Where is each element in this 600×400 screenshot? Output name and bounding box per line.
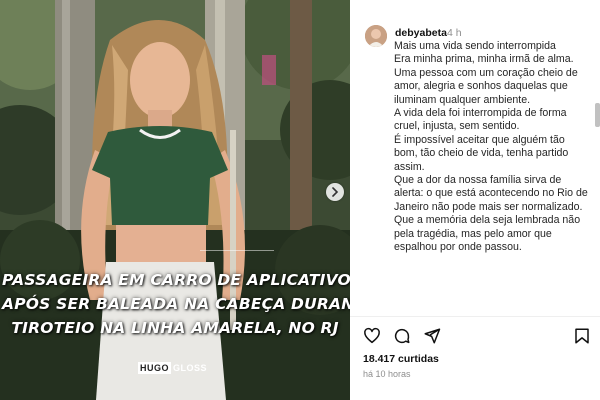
watermark-right: GLOSS: [173, 363, 208, 373]
caption-paragraph: Que a dor da nossa família sirva de aler…: [394, 174, 588, 213]
post-media[interactable]: PASSAGEIRA EM CARRO DE APLICATIVO MORRE …: [0, 0, 350, 400]
post-photo: [0, 0, 350, 400]
likes-label: curtidas: [398, 353, 439, 365]
bookmark-icon: [575, 328, 589, 344]
share-button[interactable]: [422, 326, 442, 346]
caption-paragraph: Era minha prima, minha irmã de alma.: [394, 53, 574, 66]
image-divider: [200, 250, 274, 251]
headline-line: TIROTEIO NA LINHA AMARELA, NO RJ: [11, 319, 339, 337]
caption-paragraph: Que a memória dela seja lembrada não pel…: [394, 214, 581, 254]
likes-number: 18.417: [363, 353, 396, 365]
save-button[interactable]: [572, 326, 592, 346]
likes-count[interactable]: 18.417 curtidas: [363, 353, 439, 365]
post-timestamp: há 10 horas: [363, 369, 411, 379]
caption-paragraph: A vida dela foi interrompida de forma cr…: [394, 107, 567, 133]
post-time: 4 h: [447, 27, 462, 39]
headline-line: PASSAGEIRA EM CARRO DE APLICATIVO MORRE: [2, 271, 350, 289]
hugo-gloss-watermark: HUGO GLOSS: [138, 362, 207, 374]
post-username[interactable]: debyabeta: [395, 27, 447, 39]
comment-button[interactable]: [392, 326, 412, 346]
caption-paragraph: Mais uma vida sendo interrompida: [394, 40, 556, 52]
pane-divider: [350, 316, 600, 317]
send-icon: [424, 328, 441, 344]
avatar[interactable]: [365, 25, 387, 47]
post-actions: [362, 326, 592, 346]
post-caption: Mais uma vida sendo interrompida Era min…: [394, 40, 590, 316]
like-button[interactable]: [362, 326, 382, 346]
post-details-pane: debyabeta 4 h Mais uma vida sendo interr…: [350, 0, 600, 400]
headline-line: APÓS SER BALEADA NA CABEÇA DURANTE: [2, 295, 350, 313]
caption-scrollbar[interactable]: [595, 103, 600, 127]
caption-paragraph: Uma pessoa com um coração cheio de amor,…: [394, 66, 578, 106]
avatar-image: [365, 25, 387, 47]
next-slide-button[interactable]: [326, 183, 344, 201]
watermark-left: HUGO: [138, 362, 171, 374]
heart-icon: [364, 327, 380, 344]
comment-icon: [394, 328, 410, 344]
chevron-right-icon: [332, 187, 339, 197]
caption-paragraph: É impossível aceitar que alguém tão bom,…: [394, 133, 569, 173]
media-headline: PASSAGEIRA EM CARRO DE APLICATIVO MORRE …: [2, 268, 350, 340]
